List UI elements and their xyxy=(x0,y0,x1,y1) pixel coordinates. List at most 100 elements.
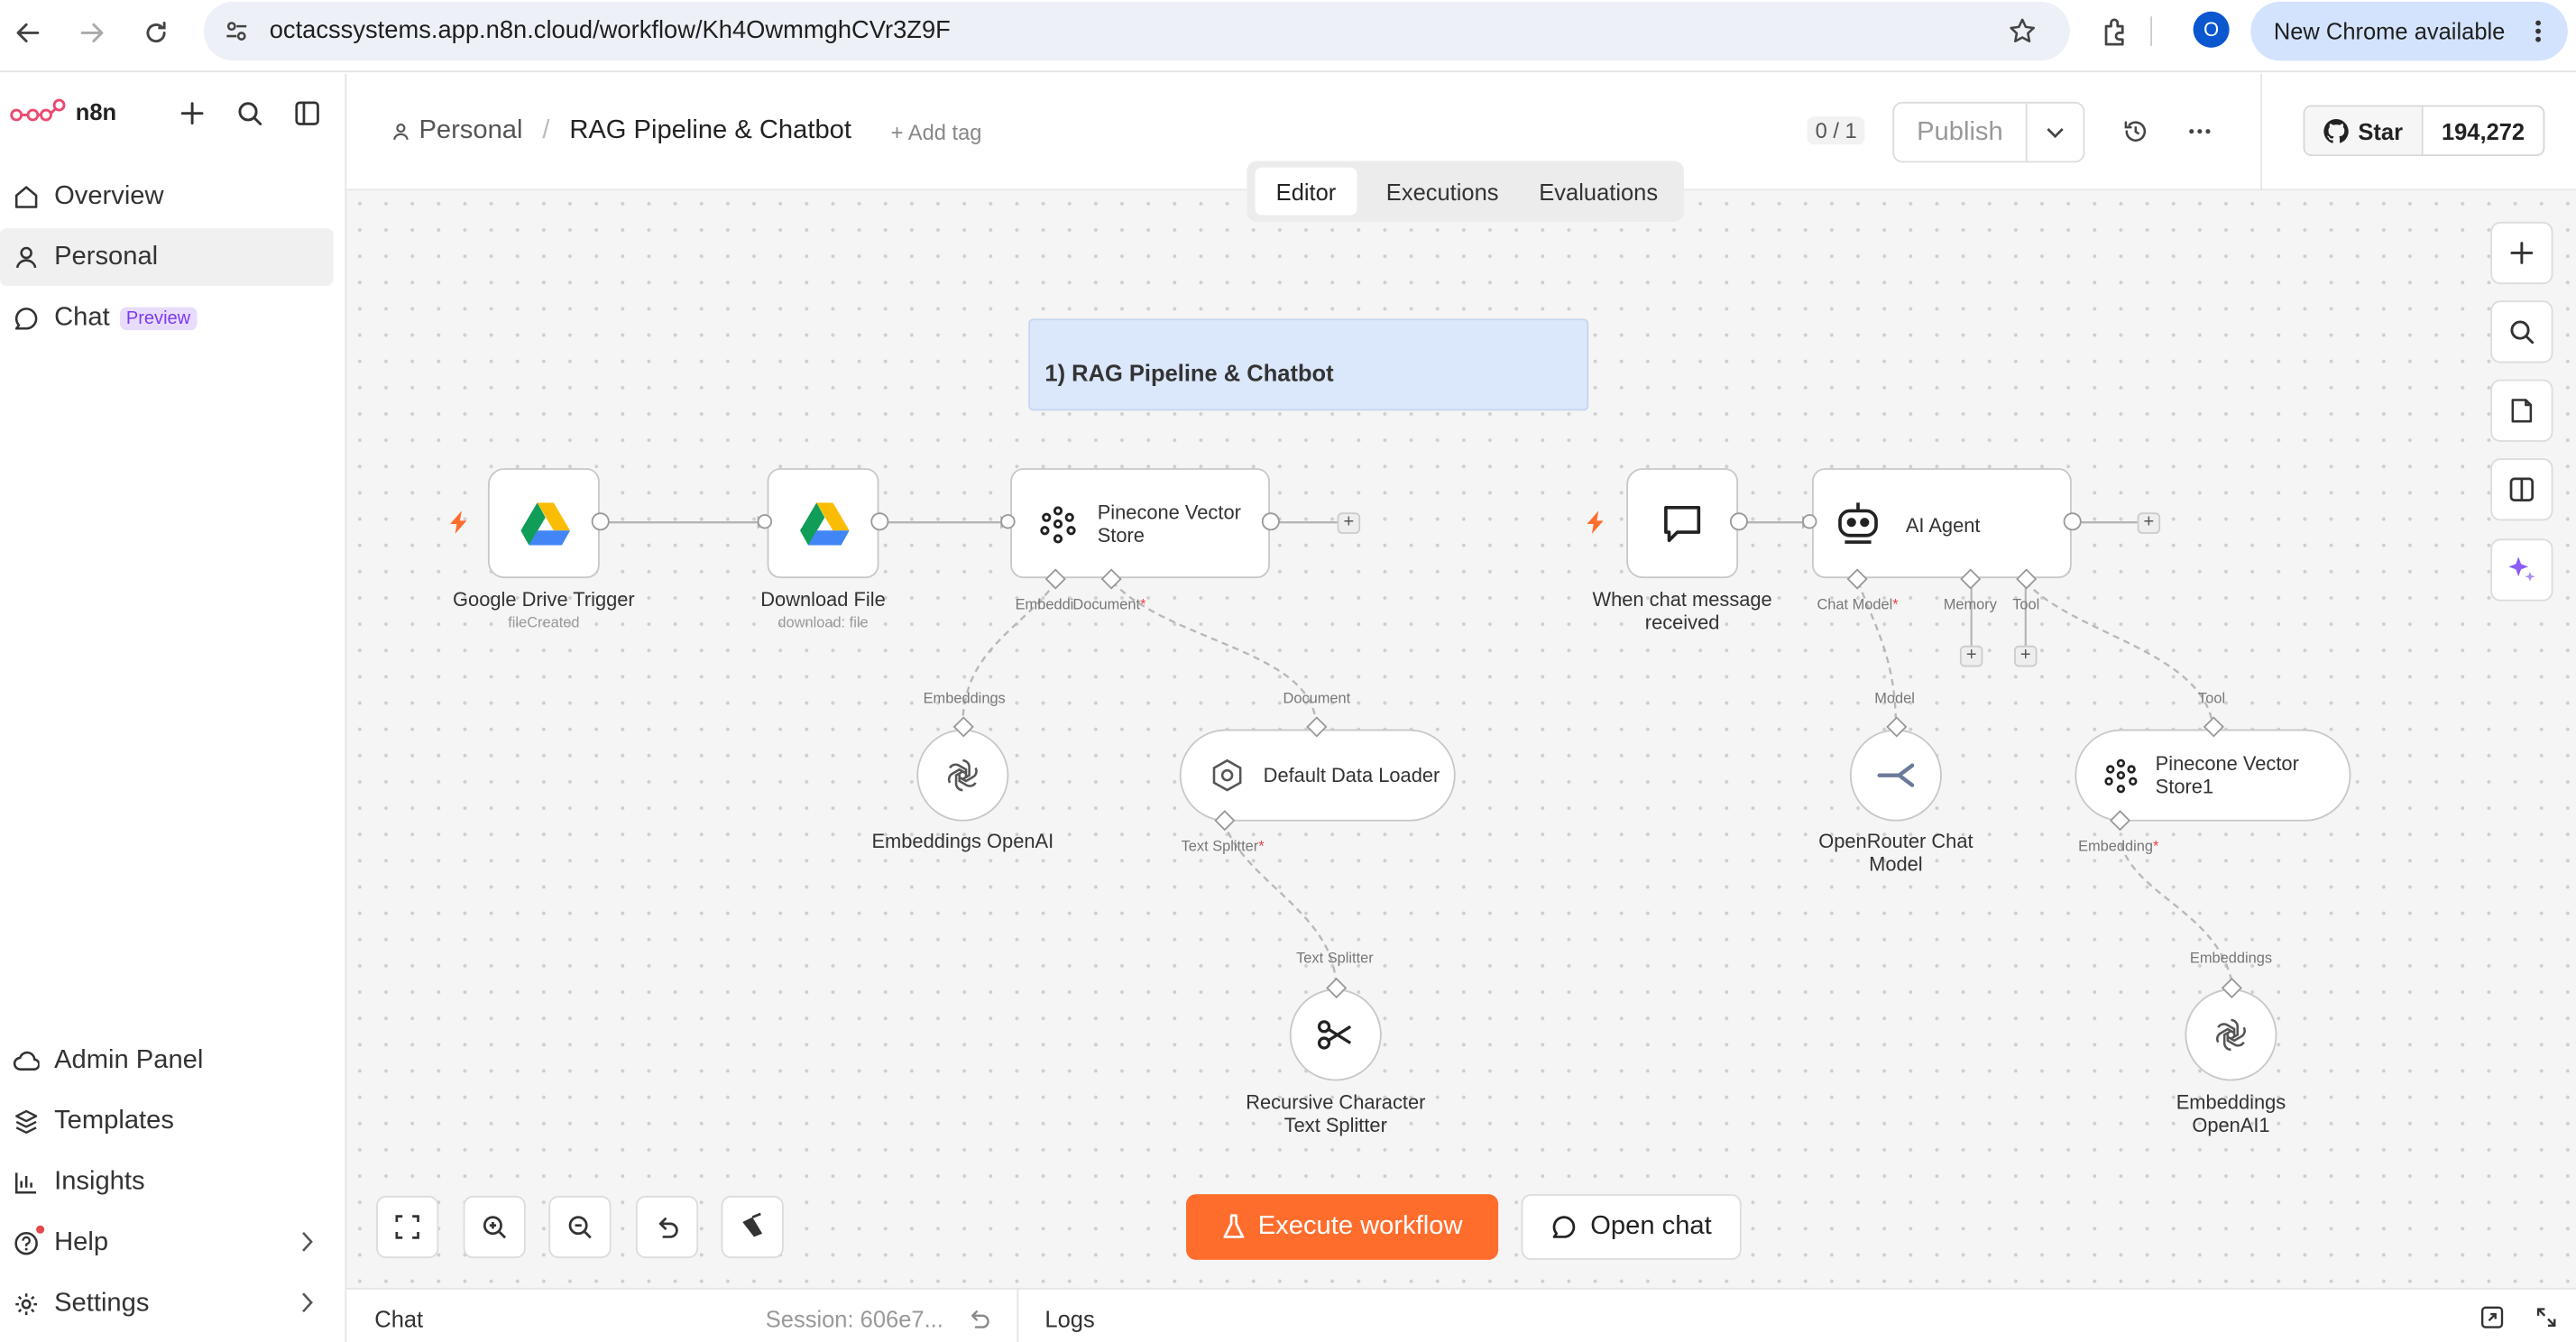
sticky-note[interactable]: 1) RAG Pipeline & Chatbot xyxy=(1028,318,1589,411)
bottom-panel-bar: Chat Session: 606e7... Logs xyxy=(346,1287,2576,1342)
input-handle[interactable] xyxy=(757,514,773,529)
sidebar-item-templates[interactable]: Templates xyxy=(0,1092,334,1150)
site-settings-icon[interactable] xyxy=(224,18,250,44)
sticky-note-icon xyxy=(2511,399,2533,423)
add-node-plus-icon[interactable]: + xyxy=(1337,512,1361,534)
toggle-panel-button[interactable] xyxy=(2490,458,2553,521)
collapse-sidebar-icon[interactable] xyxy=(294,100,320,126)
pop-out-icon[interactable] xyxy=(2480,1306,2504,1328)
workflow-canvas[interactable]: 1) RAG Pipeline & Chatbot Google Drive T… xyxy=(346,190,2576,1288)
open-chat-button[interactable]: Open chat xyxy=(1521,1194,1742,1260)
node-embeddings-openai1[interactable] xyxy=(2185,988,2277,1081)
google-drive-icon xyxy=(800,502,850,546)
zoom-out-icon xyxy=(568,1216,592,1239)
publish-options-button[interactable] xyxy=(2028,104,2084,161)
node-google-drive-trigger[interactable] xyxy=(487,468,600,579)
output-handle[interactable] xyxy=(870,512,889,531)
github-star-widget[interactable]: Star 194,272 xyxy=(2303,105,2545,157)
zoom-out-button[interactable] xyxy=(548,1195,612,1259)
output-handle[interactable] xyxy=(1261,512,1280,531)
view-tabs: Editor Executions Evaluations xyxy=(1247,161,1684,222)
fit-view-button[interactable] xyxy=(376,1195,439,1259)
execute-workflow-button[interactable]: Execute workflow xyxy=(1186,1194,1499,1260)
node-download-file[interactable] xyxy=(767,468,879,579)
input-handle[interactable] xyxy=(1000,514,1016,529)
browser-toolbar: octacssystems.app.n8n.cloud/workflow/Kh4… xyxy=(0,0,2576,73)
chrome-update-button[interactable]: New Chrome available xyxy=(2250,1,2568,61)
logs-panel-tab[interactable]: Logs xyxy=(1044,1306,1094,1332)
node-openrouter-chat-model[interactable] xyxy=(1849,729,1942,822)
node-label: Embeddings OpenAI1 xyxy=(2176,1090,2286,1137)
github-star-count: 194,272 xyxy=(2441,117,2525,144)
profile-avatar[interactable]: O xyxy=(2193,11,2230,48)
sidebar-item-settings[interactable]: Settings xyxy=(0,1274,334,1332)
add-sticky-button[interactable] xyxy=(2490,379,2553,442)
ai-assistant-button[interactable] xyxy=(2490,538,2553,602)
sidebar-item-label: Personal xyxy=(54,242,159,271)
n8n-logo-icon xyxy=(10,98,66,122)
node-ai-agent[interactable]: AI Agent xyxy=(1812,468,2072,579)
tidy-up-button[interactable] xyxy=(721,1195,784,1259)
address-bar[interactable]: octacssystems.app.n8n.cloud/workflow/Kh4… xyxy=(203,1,2070,61)
github-star-button[interactable]: Star xyxy=(2305,106,2424,155)
bookmark-star-icon[interactable] xyxy=(2008,16,2038,46)
forward-button[interactable] xyxy=(70,12,113,54)
tab-evaluations[interactable]: Evaluations xyxy=(1523,168,1674,216)
add-node-button[interactable] xyxy=(2490,221,2553,285)
version-counter: 0 / 1 xyxy=(1807,116,1865,145)
more-options-icon[interactable] xyxy=(2188,128,2211,134)
node-embeddings-openai[interactable] xyxy=(916,729,1009,822)
node-recursive-text-splitter[interactable] xyxy=(1289,988,1382,1081)
publish-button[interactable]: Publish xyxy=(1894,103,2028,161)
reload-button[interactable] xyxy=(134,12,177,54)
sidebar-item-help[interactable]: Help xyxy=(0,1214,334,1272)
undo-button[interactable] xyxy=(635,1195,699,1259)
breadcrumb-project-link[interactable]: Personal xyxy=(419,116,522,146)
workflow-name[interactable]: RAG Pipeline & Chatbot xyxy=(569,116,851,146)
tab-executions[interactable]: Executions xyxy=(1368,168,1516,216)
sidebar-item-chat[interactable]: Chat Preview xyxy=(0,290,334,347)
sidebar-item-insights[interactable]: Insights xyxy=(0,1154,334,1211)
history-icon[interactable] xyxy=(2122,118,2148,144)
url-text[interactable]: octacssystems.app.n8n.cloud/workflow/Kh4… xyxy=(270,16,951,44)
collapse-panel-icon[interactable] xyxy=(2535,1306,2557,1328)
node-pinecone-vector-store[interactable]: Pinecone Vector Store xyxy=(1010,468,1270,579)
home-icon xyxy=(14,183,40,209)
reload-icon xyxy=(146,22,166,43)
input-handle[interactable] xyxy=(1802,514,1817,529)
node-label: OpenRouter Chat Model xyxy=(1818,829,1973,876)
output-handle[interactable] xyxy=(2063,512,2082,531)
output-handle[interactable] xyxy=(1729,512,1748,531)
node-chat-trigger[interactable] xyxy=(1626,468,1739,579)
extensions-icon[interactable] xyxy=(2100,14,2132,47)
chat-panel-tab[interactable]: Chat xyxy=(374,1306,423,1332)
node-default-data-loader[interactable]: Default Data Loader xyxy=(1179,729,1456,822)
cloud-icon xyxy=(13,1047,40,1073)
sidebar-item-admin-panel[interactable]: Admin Panel xyxy=(0,1032,334,1089)
n8n-logo[interactable]: n8n xyxy=(10,97,116,126)
add-tag-button[interactable]: + Add tag xyxy=(891,119,982,143)
embeddings-port-label: Embeddings xyxy=(923,689,1006,707)
plus-icon[interactable] xyxy=(179,100,206,126)
output-handle[interactable] xyxy=(591,512,610,531)
reset-session-icon[interactable] xyxy=(968,1308,990,1330)
tab-editor[interactable]: Editor xyxy=(1255,167,1357,216)
sidebar-item-label: Insights xyxy=(54,1167,145,1195)
node-pinecone-vector-store1[interactable]: Pinecone Vector Store1 xyxy=(2075,729,2351,822)
memory-port-label: Memory xyxy=(1943,596,1997,613)
back-button[interactable] xyxy=(6,12,49,54)
document-port-label: Document* xyxy=(1072,596,1146,613)
openai-icon xyxy=(2216,1018,2246,1052)
sidebar-item-overview[interactable]: Overview xyxy=(0,168,334,225)
add-memory-plus-icon[interactable]: + xyxy=(1959,645,1983,667)
open-chat-label: Open chat xyxy=(1590,1212,1712,1241)
search-icon[interactable] xyxy=(236,100,262,126)
add-node-plus-icon[interactable]: + xyxy=(2137,512,2161,534)
search-nodes-button[interactable] xyxy=(2490,300,2553,363)
sidebar-item-personal[interactable]: Personal xyxy=(0,228,334,286)
add-tool-plus-icon[interactable]: + xyxy=(2014,645,2038,667)
robot-icon xyxy=(1838,502,1878,544)
templates-icon xyxy=(14,1108,40,1134)
session-label: Session: 606e7... xyxy=(765,1305,943,1333)
zoom-in-button[interactable] xyxy=(463,1195,526,1259)
